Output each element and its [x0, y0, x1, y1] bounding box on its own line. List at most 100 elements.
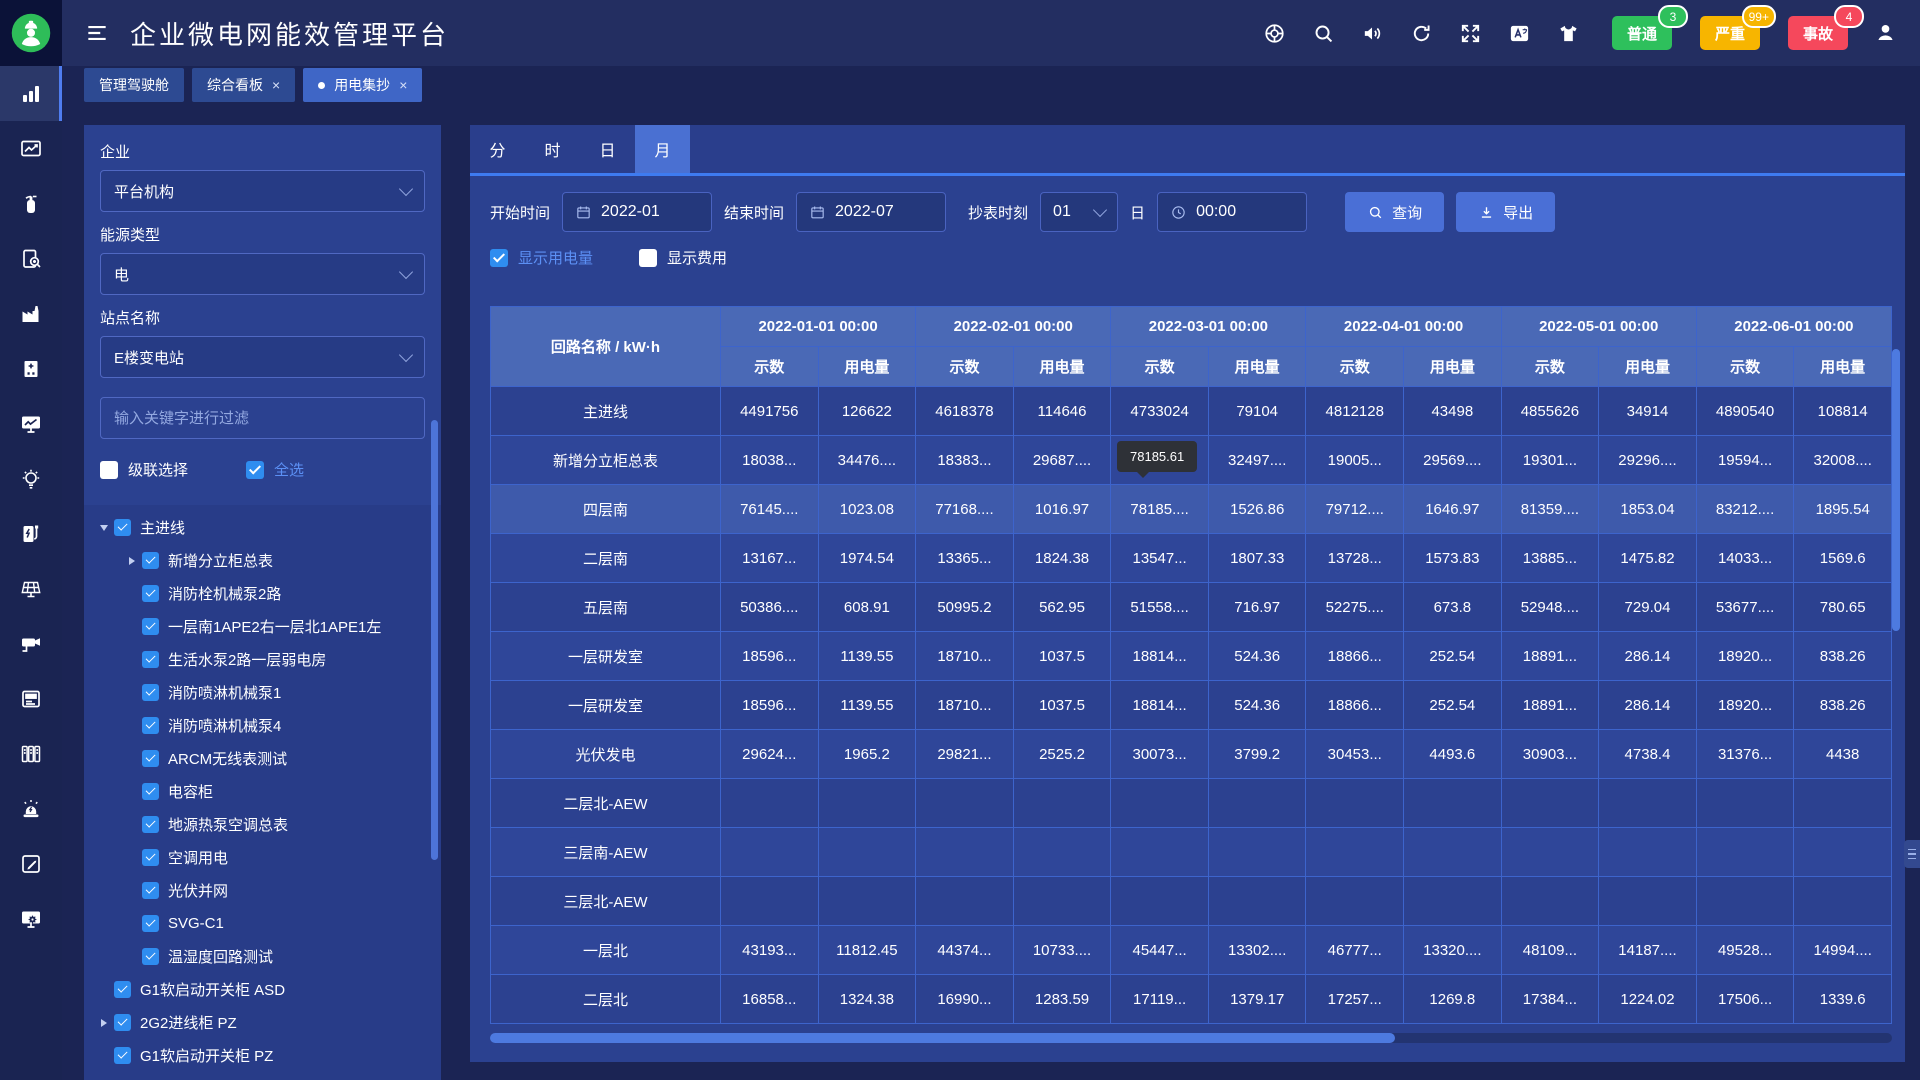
tree-checkbox[interactable] — [142, 783, 159, 800]
tree-item-8[interactable]: 电容柜 — [84, 775, 441, 808]
tree-item-12[interactable]: SVG-C1 — [84, 907, 441, 940]
end-time-input[interactable]: 2022-07 — [796, 192, 946, 232]
tree-item-13[interactable]: 温湿度回路测试 — [84, 940, 441, 973]
alert-button-1[interactable]: 严重99+ — [1700, 16, 1760, 50]
tree-checkbox[interactable] — [142, 915, 159, 932]
company-select[interactable]: 平台机构 — [100, 170, 425, 212]
sidebar-item-camera[interactable] — [0, 616, 62, 671]
show-energy-label[interactable]: 显示用电量 — [518, 247, 593, 268]
close-icon[interactable]: × — [399, 78, 407, 92]
table-horizontal-scrollbar[interactable] — [490, 1033, 1395, 1043]
tree-checkbox[interactable] — [114, 981, 131, 998]
cascade-checkbox[interactable] — [100, 461, 118, 479]
sidebar-item-solar-panel[interactable] — [0, 561, 62, 616]
period-tab-时[interactable]: 时 — [525, 125, 580, 173]
sidebar-item-edit[interactable] — [0, 836, 62, 891]
tree-checkbox[interactable] — [142, 552, 159, 569]
tree-item-4[interactable]: 生活水泵2路一层弱电房 — [84, 643, 441, 676]
tree-item-label[interactable]: ARCM无线表测试 — [168, 748, 287, 769]
tree-checkbox[interactable] — [142, 717, 159, 734]
tree-item-15[interactable]: 2G2进线柜 PZ — [84, 1006, 441, 1039]
tree-item-7[interactable]: ARCM无线表测试 — [84, 742, 441, 775]
tree-checkbox[interactable] — [114, 519, 131, 536]
nav-tab-0[interactable]: 管理驾驶舱 — [84, 68, 184, 102]
tree-expand-icon[interactable] — [94, 525, 114, 531]
tree-item-0[interactable]: 主进线 — [84, 511, 441, 544]
alert-button-0[interactable]: 普通3 — [1612, 16, 1672, 50]
tree-item-label[interactable]: 消防喷淋机械泵1 — [168, 682, 281, 703]
select-all-label[interactable]: 全选 — [274, 459, 304, 480]
sidebar-item-fire-extinguisher[interactable] — [0, 176, 62, 231]
tree-item-label[interactable]: G1软启动开关柜 ASD — [140, 979, 285, 1000]
start-time-input[interactable]: 2022-01 — [562, 192, 712, 232]
drawer-handle[interactable] — [1904, 840, 1920, 868]
period-tab-月[interactable]: 月 — [635, 125, 690, 173]
volume-icon[interactable] — [1361, 22, 1384, 45]
export-button[interactable]: 导出 — [1456, 192, 1555, 232]
station-select[interactable]: E楼变电站 — [100, 336, 425, 378]
tree-item-label[interactable]: 生活水泵2路一层弱电房 — [168, 649, 326, 670]
hamburger-menu-icon[interactable] — [84, 20, 110, 46]
tree-item-label[interactable]: 温湿度回路测试 — [168, 946, 273, 967]
tree-checkbox[interactable] — [142, 882, 159, 899]
tree-item-14[interactable]: G1软启动开关柜 ASD — [84, 973, 441, 1006]
tree-item-1[interactable]: 新增分立柜总表 — [84, 544, 441, 577]
show-energy-checkbox[interactable] — [490, 249, 508, 267]
tree-expand-icon[interactable] — [94, 1019, 114, 1027]
fullscreen-icon[interactable] — [1459, 22, 1482, 45]
nav-tab-1[interactable]: 综合看板× — [192, 68, 295, 102]
tree-item-2[interactable]: 消防栓机械泵2路 — [84, 577, 441, 610]
tree-item-label[interactable]: 电容柜 — [168, 781, 213, 802]
tree-item-label[interactable]: 消防喷淋机械泵4 — [168, 715, 281, 736]
tree-checkbox[interactable] — [142, 684, 159, 701]
sidebar-item-inspection[interactable] — [0, 231, 62, 286]
tree-item-5[interactable]: 消防喷淋机械泵1 — [84, 676, 441, 709]
tree-checkbox[interactable] — [114, 1047, 131, 1064]
tree-checkbox[interactable] — [142, 948, 159, 965]
tree-checkbox[interactable] — [142, 816, 159, 833]
close-icon[interactable]: × — [272, 78, 280, 92]
sidebar-item-monitor-gear[interactable] — [0, 891, 62, 946]
tree-item-label[interactable]: 地源热泵空调总表 — [168, 814, 288, 835]
sidebar-item-trend-chart[interactable] — [0, 121, 62, 176]
query-button[interactable]: 查询 — [1345, 192, 1444, 232]
tree-expand-icon[interactable] — [122, 557, 142, 565]
refresh-icon[interactable] — [1410, 22, 1433, 45]
tree-checkbox[interactable] — [142, 849, 159, 866]
select-all-checkbox[interactable] — [246, 461, 264, 479]
tree-item-3[interactable]: 一层南1APE2右一层北1APE1左 — [84, 610, 441, 643]
tree-checkbox[interactable] — [142, 750, 159, 767]
tree-checkbox[interactable] — [142, 618, 159, 635]
tree-item-9[interactable]: 地源热泵空调总表 — [84, 808, 441, 841]
tree-item-label[interactable]: 一层南1APE2右一层北1APE1左 — [168, 616, 381, 637]
energy-type-select[interactable]: 电 — [100, 253, 425, 295]
tree-scrollbar[interactable] — [431, 420, 438, 860]
tree-checkbox[interactable] — [142, 585, 159, 602]
sidebar-item-access-panel[interactable] — [0, 671, 62, 726]
sidebar-item-bar-chart[interactable] — [0, 66, 62, 121]
meter-day-select[interactable]: 01 — [1040, 192, 1118, 232]
tree-item-6[interactable]: 消防喷淋机械泵4 — [84, 709, 441, 742]
tree-item-label[interactable]: 空调用电 — [168, 847, 228, 868]
tree-item-label[interactable]: SVG-C1 — [168, 915, 224, 932]
sidebar-item-building[interactable] — [0, 341, 62, 396]
tshirt-icon[interactable] — [1557, 22, 1580, 45]
tree-item-label[interactable]: 新增分立柜总表 — [168, 550, 273, 571]
sidebar-item-cabinet[interactable] — [0, 726, 62, 781]
nav-tab-2[interactable]: 用电集抄× — [303, 68, 422, 102]
sidebar-item-bulb[interactable] — [0, 451, 62, 506]
tree-item-label[interactable]: 2G2进线柜 PZ — [140, 1012, 237, 1033]
tree-item-label[interactable]: 消防栓机械泵2路 — [168, 583, 281, 604]
tree-filter-input[interactable] — [100, 397, 425, 439]
tree-checkbox[interactable] — [114, 1014, 131, 1031]
tree-item-label[interactable]: 主进线 — [140, 517, 185, 538]
alert-button-2[interactable]: 事故4 — [1788, 16, 1848, 50]
tree-item-11[interactable]: 光伏并网 — [84, 874, 441, 907]
tree-item-label[interactable]: 光伏并网 — [168, 880, 228, 901]
sidebar-item-factory[interactable] — [0, 286, 62, 341]
sidebar-item-ev-charger[interactable] — [0, 506, 62, 561]
tree-item-16[interactable]: G1软启动开关柜 PZ — [84, 1039, 441, 1072]
translate-icon[interactable] — [1508, 22, 1531, 45]
lifebuoy-icon[interactable] — [1263, 22, 1286, 45]
tree-checkbox[interactable] — [142, 651, 159, 668]
